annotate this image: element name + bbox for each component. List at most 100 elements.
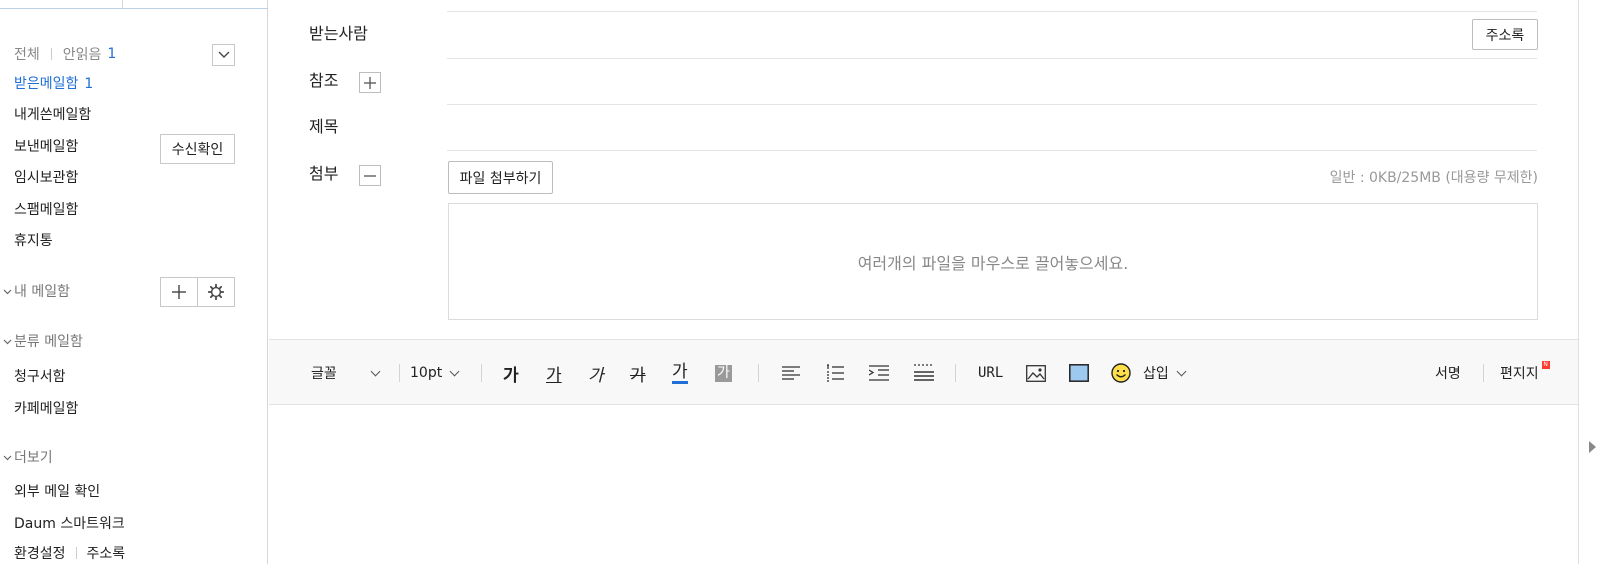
dropzone-text: 여러개의 파일을 마우스로 끌어놓으세요. bbox=[857, 253, 1129, 273]
divider bbox=[447, 58, 1537, 59]
insert-menu[interactable]: 삽입 bbox=[1143, 340, 1187, 406]
sidebar: 전체 안읽음 1 받은메일함 1 내게쓴메일함 보낸메일함 임시보관함 스팸메일함… bbox=[0, 0, 268, 564]
to-label: 받는사람 bbox=[309, 24, 368, 43]
stationery-button[interactable]: 편지지 N bbox=[1500, 340, 1550, 406]
underline-button[interactable]: 가 bbox=[546, 340, 562, 406]
line-spacing-button[interactable] bbox=[914, 340, 934, 406]
font-color-button[interactable]: 가 bbox=[672, 340, 688, 406]
smiley-icon bbox=[1111, 363, 1131, 383]
sidebar-item-label: 외부 메일 확인 bbox=[14, 484, 101, 500]
expand-panel-icon[interactable] bbox=[1589, 441, 1596, 453]
sidebar-item-label: 임시보관함 bbox=[14, 170, 79, 186]
section-label: 더보기 bbox=[14, 450, 53, 466]
plus-icon bbox=[172, 285, 186, 299]
background-color-button[interactable]: 가 bbox=[715, 340, 732, 406]
url-button[interactable]: URL bbox=[978, 340, 1003, 406]
unread-count[interactable]: 1 bbox=[107, 46, 116, 62]
section-label: 내 메일함 bbox=[14, 284, 70, 300]
bold-button[interactable]: 가 bbox=[503, 340, 519, 406]
attach-file-button[interactable]: 파일 첨부하기 bbox=[448, 161, 553, 194]
sidebar-item-label: 내게쓴메일함 bbox=[14, 107, 92, 123]
sidebar-item-label: 청구서함 bbox=[14, 369, 66, 385]
emoticon-button[interactable] bbox=[1111, 340, 1131, 406]
insert-table-button[interactable] bbox=[1069, 340, 1089, 406]
sidebar-item-to-me[interactable]: 내게쓴메일함 bbox=[14, 104, 91, 126]
underline-icon: 가 bbox=[546, 365, 562, 386]
chevron-down-icon bbox=[0, 339, 14, 345]
font-size-select[interactable]: 10pt bbox=[410, 340, 460, 406]
sidebar-item-smartwork[interactable]: Daum 스마트워크 bbox=[14, 513, 125, 535]
new-badge: N bbox=[1541, 361, 1550, 369]
insert-image-button[interactable] bbox=[1026, 340, 1046, 406]
divider bbox=[955, 364, 956, 382]
table-icon bbox=[1069, 364, 1089, 382]
sidebar-item-label: 보낸메일함 bbox=[14, 139, 79, 155]
section-my-mailbox[interactable]: 내 메일함 bbox=[0, 281, 70, 303]
cc-input[interactable] bbox=[448, 60, 1538, 102]
font-color-icon: 가 bbox=[672, 361, 688, 384]
italic-icon: 가 bbox=[588, 365, 604, 386]
indent-icon bbox=[869, 365, 889, 381]
gear-icon bbox=[208, 284, 224, 300]
image-icon bbox=[1026, 364, 1046, 382]
section-category[interactable]: 분류 메일함 bbox=[0, 331, 83, 353]
add-mailbox-button[interactable] bbox=[160, 277, 198, 307]
attach-collapse-button[interactable] bbox=[359, 165, 381, 186]
numbered-list-icon bbox=[827, 364, 844, 382]
font-label: 글꼴 bbox=[311, 366, 337, 382]
signature-label: 서명 bbox=[1435, 366, 1461, 382]
signature-button[interactable]: 서명 bbox=[1435, 340, 1461, 406]
align-left-icon bbox=[782, 366, 800, 380]
stationery-label: 편지지 bbox=[1500, 366, 1539, 382]
strikethrough-button[interactable]: 가 bbox=[630, 340, 646, 406]
subject-input[interactable] bbox=[448, 106, 1538, 148]
divider bbox=[447, 104, 1537, 105]
to-input[interactable] bbox=[448, 14, 1463, 56]
sidebar-top-tabs bbox=[0, 0, 268, 9]
divider bbox=[1483, 364, 1484, 382]
line-spacing-icon bbox=[914, 364, 934, 381]
cc-label: 참조 bbox=[309, 71, 339, 90]
cc-expand-button[interactable] bbox=[359, 72, 381, 93]
italic-button[interactable]: 가 bbox=[588, 340, 604, 406]
right-panel-edge bbox=[1578, 0, 1600, 564]
sidebar-item-label: 카페메일함 bbox=[14, 401, 79, 417]
sidebar-item-inbox[interactable]: 받은메일함 1 bbox=[14, 73, 93, 95]
filter-unread[interactable]: 안읽음 bbox=[63, 44, 102, 64]
mail-filter: 전체 안읽음 1 bbox=[14, 44, 116, 64]
chevron-down-icon bbox=[1176, 366, 1187, 376]
chevron-down-icon bbox=[218, 51, 229, 58]
inbox-unread-count: 1 bbox=[84, 76, 94, 92]
file-dropzone[interactable]: 여러개의 파일을 마우스로 끌어놓으세요. bbox=[448, 203, 1538, 320]
sidebar-item-label: Daum 스마트워크 bbox=[14, 516, 125, 532]
background-color-icon: 가 bbox=[715, 364, 732, 382]
indent-button[interactable] bbox=[869, 340, 889, 406]
sidebar-item-trash[interactable]: 휴지통 bbox=[14, 230, 53, 252]
url-label: URL bbox=[978, 365, 1004, 381]
section-label: 분류 메일함 bbox=[14, 334, 83, 350]
settings-link[interactable]: 환경설정 bbox=[14, 543, 66, 563]
filter-all[interactable]: 전체 bbox=[14, 44, 40, 64]
mail-body-editor[interactable] bbox=[269, 406, 1578, 564]
bold-icon: 가 bbox=[503, 365, 519, 386]
sidebar-item-drafts[interactable]: 임시보관함 bbox=[14, 167, 78, 189]
plus-icon bbox=[364, 76, 376, 89]
address-book-link[interactable]: 주소록 bbox=[87, 543, 126, 563]
sidebar-item-label: 휴지통 bbox=[14, 233, 53, 249]
strikethrough-icon: 가 bbox=[630, 365, 646, 386]
divider bbox=[447, 150, 1537, 151]
sidebar-item-bills[interactable]: 청구서함 bbox=[14, 366, 66, 388]
font-size-label: 10pt bbox=[410, 365, 443, 381]
sidebar-item-spam[interactable]: 스팸메일함 bbox=[14, 199, 78, 221]
align-button[interactable] bbox=[782, 340, 800, 406]
list-button[interactable] bbox=[826, 340, 844, 406]
sidebar-item-sent[interactable]: 보낸메일함 bbox=[14, 136, 78, 158]
mailbox-settings-button[interactable] bbox=[197, 277, 235, 307]
collapse-button[interactable] bbox=[212, 44, 235, 66]
address-book-button[interactable]: 주소록 bbox=[1472, 19, 1538, 50]
read-receipt-button[interactable]: 수신확인 bbox=[160, 134, 235, 164]
font-family-select[interactable]: 글꼴 bbox=[311, 340, 381, 406]
sidebar-item-cafe[interactable]: 카페메일함 bbox=[14, 398, 78, 420]
section-more[interactable]: 더보기 bbox=[0, 447, 53, 469]
sidebar-item-external-mail[interactable]: 외부 메일 확인 bbox=[14, 481, 100, 503]
